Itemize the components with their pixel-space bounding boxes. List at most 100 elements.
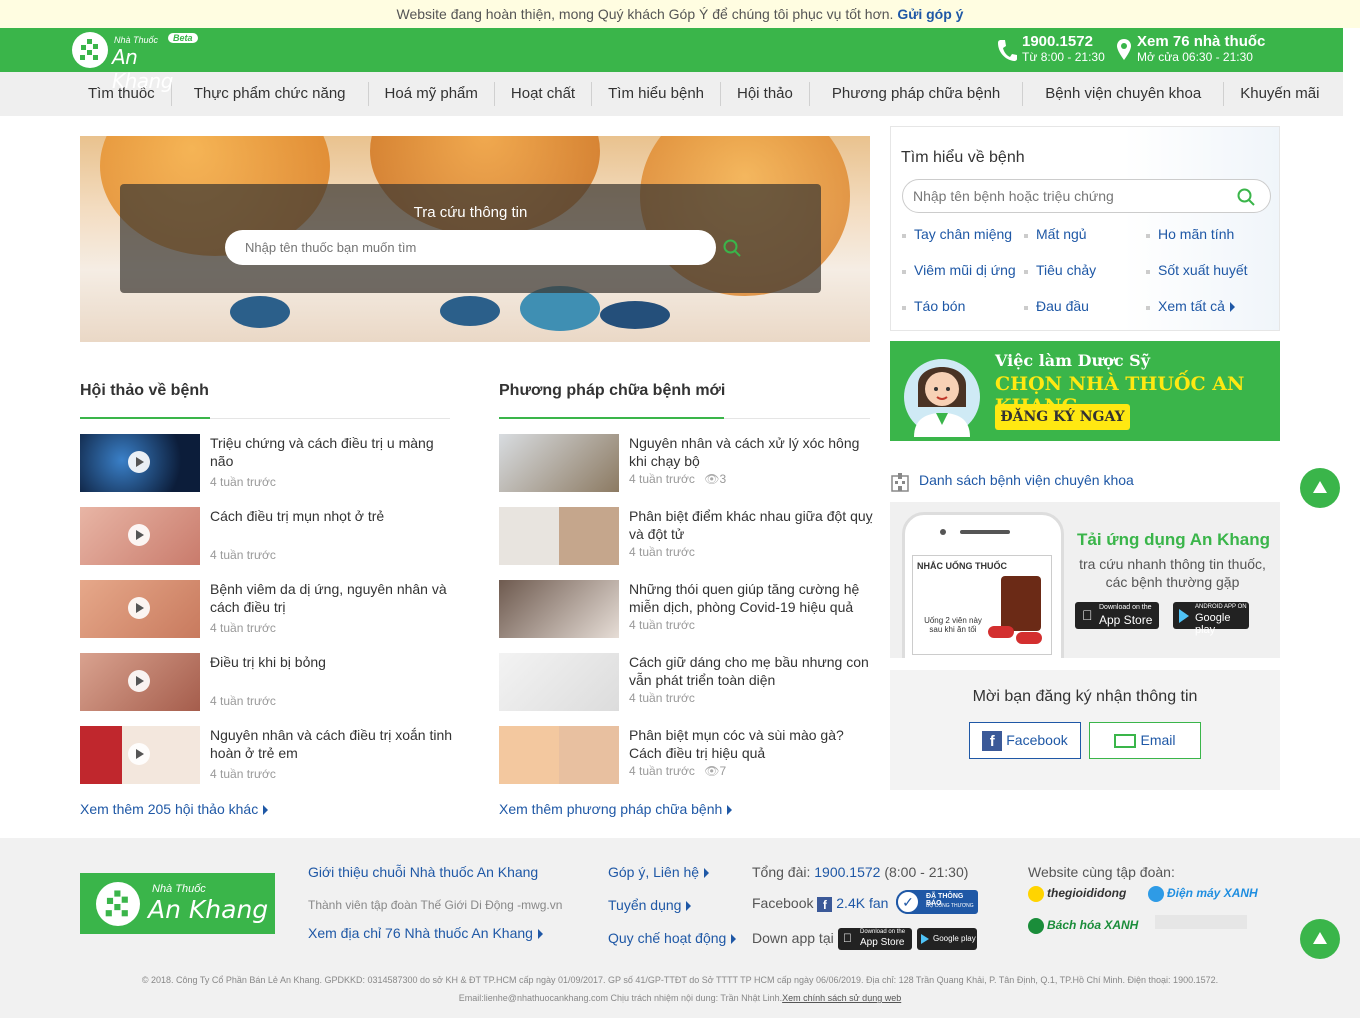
- list-item[interactable]: Cách giữ dáng cho mẹ bầu nhưng con vẫn p…: [499, 653, 871, 711]
- google-play-button[interactable]: Google play: [917, 928, 977, 950]
- article-thumbnail[interactable]: [499, 580, 619, 638]
- list-item[interactable]: Triệu chứng và cách điều trị u màng não …: [80, 434, 452, 492]
- more-methods-link[interactable]: Xem thêm phương pháp chữa bệnh: [499, 801, 733, 817]
- facebook-icon[interactable]: f: [817, 896, 833, 912]
- more-seminars-link[interactable]: Xem thêm 205 hội thảo khác: [80, 801, 269, 817]
- more-seminars-label[interactable]: Xem thêm 205 hội thảo khác: [80, 801, 258, 817]
- article-thumbnail[interactable]: [80, 726, 200, 784]
- play-icon[interactable]: [128, 743, 150, 765]
- nav-item-diseases[interactable]: Tìm hiểu bệnh: [592, 82, 721, 106]
- store-count[interactable]: Xem 76 nhà thuốc: [1137, 34, 1265, 50]
- nav-item-cosmetics[interactable]: Hoá mỹ phẩm: [369, 82, 495, 106]
- article-title[interactable]: Những thói quen giúp tăng cường hệ miễn …: [629, 580, 874, 616]
- store-addresses-label[interactable]: Xem địa chỉ 76 Nhà thuốc An Khang: [308, 925, 533, 941]
- feedback-link[interactable]: Gửi góp ý: [897, 6, 963, 22]
- facebook-fan-count[interactable]: 2.4K fan: [836, 895, 888, 911]
- disease-link[interactable]: Tay chân miệng: [901, 226, 1012, 242]
- article-thumbnail[interactable]: [80, 434, 200, 492]
- scroll-to-top-button[interactable]: [1300, 468, 1340, 508]
- list-item[interactable]: Nguyên nhân và cách xử lý xóc hông khi c…: [499, 434, 871, 492]
- scroll-to-top-button[interactable]: [1300, 919, 1340, 959]
- disease-link[interactable]: Ho mãn tính: [1145, 226, 1234, 242]
- see-all-label[interactable]: Xem tất cả: [1158, 298, 1225, 314]
- app-store-button[interactable]:  Download on the App Store: [838, 928, 912, 950]
- article-title[interactable]: Nguyên nhân và cách điều trị xoắn tinh h…: [210, 726, 455, 762]
- hotline-block[interactable]: 1900.1572 Từ 8:00 - 21:30: [1022, 34, 1105, 65]
- list-item[interactable]: Cách điều trị mụn nhọt ở trẻ 4 tuần trướ…: [80, 507, 452, 565]
- list-item[interactable]: Phân biệt mụn cóc và sùi mào gà? Cách đi…: [499, 726, 871, 784]
- drug-search-input[interactable]: [225, 230, 716, 265]
- dmx-name[interactable]: Điện máy XANH: [1167, 886, 1258, 900]
- article-title[interactable]: Triệu chứng và cách điều trị u màng não: [210, 434, 455, 470]
- store-locator[interactable]: Xem 76 nhà thuốc Mở cửa 06:30 - 21:30: [1137, 34, 1265, 65]
- register-now-button[interactable]: ĐĂNG KÝ NGAY: [995, 404, 1130, 430]
- article-thumbnail[interactable]: [499, 653, 619, 711]
- article-title[interactable]: Phân biệt mụn cóc và sùi mào gà? Cách đi…: [629, 726, 874, 762]
- facebook-subscribe-button[interactable]: f Facebook: [969, 722, 1081, 759]
- nav-item-treatments[interactable]: Phương pháp chữa bệnh: [810, 82, 1024, 106]
- tgdd-name[interactable]: thegioididong: [1047, 886, 1126, 900]
- nav-item-promotions[interactable]: Khuyến mãi: [1224, 82, 1335, 106]
- partner-logo-placeholder[interactable]: [1155, 915, 1247, 929]
- see-all-diseases-link[interactable]: Xem tất cả: [1146, 298, 1235, 314]
- footer-hotline-number[interactable]: 1900.1572: [814, 864, 880, 880]
- pharmacist-job-banner[interactable]: Việc làm Dược Sỹ CHỌN NHÀ THUỐC AN KHANG…: [890, 341, 1280, 441]
- tgdd-logo[interactable]: thegioididong: [1028, 886, 1126, 902]
- nav-item-hospitals[interactable]: Bệnh viện chuyên khoa: [1023, 82, 1225, 106]
- registered-ministry-badge[interactable]: ✓ ĐÃ THÔNG BÁO BỘ CÔNG THƯƠNG: [896, 890, 978, 914]
- nav-item-seminars[interactable]: Hội thảo: [721, 82, 810, 106]
- disease-link[interactable]: Đau đầu: [1024, 298, 1089, 314]
- nav-item-ingredients[interactable]: Hoạt chất: [495, 82, 593, 106]
- feedback-contact-label[interactable]: Góp ý, Liên hệ: [608, 864, 699, 880]
- disease-link[interactable]: Viêm mũi dị ứng: [902, 262, 1016, 278]
- more-methods-label[interactable]: Xem thêm phương pháp chữa bệnh: [499, 801, 722, 817]
- recruitment-link[interactable]: Tuyển dụng: [608, 897, 692, 913]
- article-title[interactable]: Cách điều trị mụn nhọt ở trẻ: [210, 507, 455, 525]
- play-icon[interactable]: [128, 670, 150, 692]
- disease-link[interactable]: Tiêu chảy: [1023, 262, 1096, 278]
- article-title[interactable]: Bệnh viêm da dị ứng, nguyên nhân và cách…: [210, 580, 455, 616]
- article-title[interactable]: Điều trị khi bị bỏng: [210, 653, 455, 671]
- disease-link[interactable]: Sốt xuất huyết: [1146, 262, 1248, 278]
- bhx-name[interactable]: Bách hóa XANH: [1047, 918, 1138, 932]
- article-thumbnail[interactable]: [499, 507, 619, 565]
- article-thumbnail[interactable]: [80, 653, 200, 711]
- article-thumbnail[interactable]: [499, 434, 619, 492]
- methods-divider: [499, 417, 870, 419]
- bhx-logo[interactable]: Bách hóa XANH: [1028, 918, 1138, 934]
- article-title[interactable]: Phân biệt điểm khác nhau giữa đột quỵ và…: [629, 507, 874, 543]
- list-item[interactable]: Bệnh viêm da dị ứng, nguyên nhân và cách…: [80, 580, 452, 638]
- play-icon[interactable]: [128, 524, 150, 546]
- play-icon[interactable]: [128, 451, 150, 473]
- email-subscribe-button[interactable]: Email: [1089, 722, 1201, 759]
- usage-policy-link[interactable]: Xem chính sách sử dụng web: [782, 993, 901, 1003]
- regulations-label[interactable]: Quy chế hoạt động: [608, 930, 726, 946]
- article-thumbnail[interactable]: [499, 726, 619, 784]
- site-logo[interactable]: Nhà Thuốc Beta An Khang: [72, 32, 202, 93]
- list-item[interactable]: Nguyên nhân và cách điều trị xoắn tinh h…: [80, 726, 452, 784]
- recruitment-label[interactable]: Tuyển dụng: [608, 897, 681, 913]
- regulations-link[interactable]: Quy chế hoạt động: [608, 930, 737, 946]
- about-link[interactable]: Giới thiệu chuỗi Nhà thuốc An Khang: [308, 864, 538, 880]
- hospital-list-link[interactable]: Danh sách bệnh viện chuyên khoa: [919, 472, 1134, 488]
- list-item[interactable]: Phân biệt điểm khác nhau giữa đột quỵ và…: [499, 507, 874, 565]
- list-item[interactable]: Điều trị khi bị bỏng 4 tuần trước: [80, 653, 452, 711]
- search-icon[interactable]: [723, 239, 741, 257]
- app-store-button[interactable]:  Download on the App Store: [1075, 602, 1159, 629]
- article-title[interactable]: Nguyên nhân và cách xử lý xóc hông khi c…: [629, 434, 874, 470]
- disease-search-input[interactable]: Nhập tên bệnh hoặc triệu chứng: [902, 179, 1271, 213]
- article-title[interactable]: Cách giữ dáng cho mẹ bầu nhưng con vẫn p…: [629, 653, 874, 689]
- disease-link[interactable]: Mất ngủ: [1024, 226, 1087, 242]
- feedback-contact-link[interactable]: Góp ý, Liên hệ: [608, 864, 710, 880]
- search-icon[interactable]: [1237, 188, 1255, 206]
- play-icon[interactable]: [128, 597, 150, 619]
- article-thumbnail[interactable]: [80, 580, 200, 638]
- hotline-number[interactable]: 1900.1572: [1022, 34, 1105, 50]
- store-addresses-link[interactable]: Xem địa chỉ 76 Nhà thuốc An Khang: [308, 925, 543, 941]
- article-thumbnail[interactable]: [80, 507, 200, 565]
- disease-link[interactable]: Táo bón: [901, 298, 965, 314]
- list-item[interactable]: Những thói quen giúp tăng cường hệ miễn …: [499, 580, 871, 638]
- footer-logo[interactable]: Nhà Thuốc An Khang: [80, 873, 275, 934]
- google-play-button[interactable]: ANDROID APP ON Google play: [1173, 602, 1249, 636]
- dmx-logo[interactable]: Điện máy XANH: [1148, 886, 1258, 902]
